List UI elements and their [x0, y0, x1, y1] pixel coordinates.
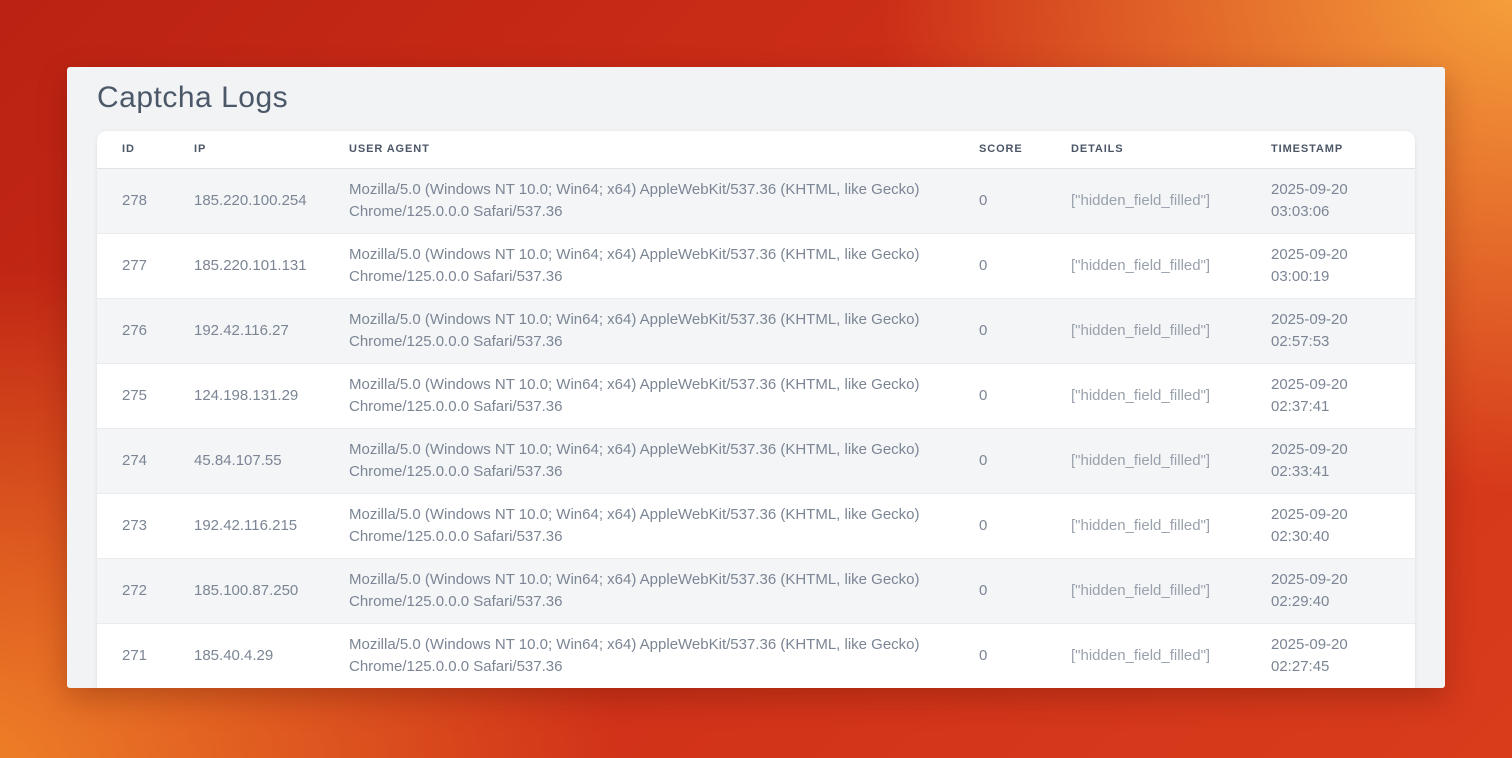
table-row: 272185.100.87.250Mozilla/5.0 (Windows NT… — [97, 558, 1415, 623]
cell-timestamp: 2025-09-20 03:00:19 — [1246, 233, 1415, 298]
captcha-logs-panel: Captcha Logs IDIPUSER AGENTSCOREDETAILST… — [67, 67, 1445, 688]
cell-ip: 45.84.107.55 — [169, 428, 324, 493]
cell-id: 271 — [97, 623, 169, 688]
table-row: 277185.220.101.131Mozilla/5.0 (Windows N… — [97, 233, 1415, 298]
table-row: 27445.84.107.55Mozilla/5.0 (Windows NT 1… — [97, 428, 1415, 493]
cell-user_agent: Mozilla/5.0 (Windows NT 10.0; Win64; x64… — [324, 623, 954, 688]
logs-table-header: IDIPUSER AGENTSCOREDETAILSTIMESTAMP — [97, 131, 1415, 168]
cell-timestamp: 2025-09-20 02:29:40 — [1246, 558, 1415, 623]
cell-id: 275 — [97, 363, 169, 428]
table-row: 273192.42.116.215Mozilla/5.0 (Windows NT… — [97, 493, 1415, 558]
cell-user_agent: Mozilla/5.0 (Windows NT 10.0; Win64; x64… — [324, 363, 954, 428]
cell-id: 277 — [97, 233, 169, 298]
cell-score: 0 — [954, 428, 1046, 493]
cell-details: ["hidden_field_filled"] — [1046, 233, 1246, 298]
cell-id: 272 — [97, 558, 169, 623]
cell-id: 276 — [97, 298, 169, 363]
column-header-details: DETAILS — [1046, 131, 1246, 168]
cell-score: 0 — [954, 363, 1046, 428]
cell-ip: 124.198.131.29 — [169, 363, 324, 428]
cell-timestamp: 2025-09-20 02:30:40 — [1246, 493, 1415, 558]
table-row: 276192.42.116.27Mozilla/5.0 (Windows NT … — [97, 298, 1415, 363]
cell-details: ["hidden_field_filled"] — [1046, 168, 1246, 233]
cell-score: 0 — [954, 558, 1046, 623]
cell-user_agent: Mozilla/5.0 (Windows NT 10.0; Win64; x64… — [324, 558, 954, 623]
cell-user_agent: Mozilla/5.0 (Windows NT 10.0; Win64; x64… — [324, 298, 954, 363]
cell-timestamp: 2025-09-20 02:27:45 — [1246, 623, 1415, 688]
cell-ip: 192.42.116.215 — [169, 493, 324, 558]
cell-id: 274 — [97, 428, 169, 493]
cell-details: ["hidden_field_filled"] — [1046, 558, 1246, 623]
column-header-ip: IP — [169, 131, 324, 168]
column-header-id: ID — [97, 131, 169, 168]
cell-details: ["hidden_field_filled"] — [1046, 493, 1246, 558]
cell-timestamp: 2025-09-20 03:03:06 — [1246, 168, 1415, 233]
cell-user_agent: Mozilla/5.0 (Windows NT 10.0; Win64; x64… — [324, 168, 954, 233]
cell-details: ["hidden_field_filled"] — [1046, 623, 1246, 688]
table-row: 271185.40.4.29Mozilla/5.0 (Windows NT 10… — [97, 623, 1415, 688]
cell-score: 0 — [954, 298, 1046, 363]
cell-details: ["hidden_field_filled"] — [1046, 298, 1246, 363]
cell-ip: 185.40.4.29 — [169, 623, 324, 688]
cell-user_agent: Mozilla/5.0 (Windows NT 10.0; Win64; x64… — [324, 428, 954, 493]
column-header-score: SCORE — [954, 131, 1046, 168]
logs-table-body: 278185.220.100.254Mozilla/5.0 (Windows N… — [97, 168, 1415, 688]
cell-ip: 192.42.116.27 — [169, 298, 324, 363]
table-row: 278185.220.100.254Mozilla/5.0 (Windows N… — [97, 168, 1415, 233]
cell-ip: 185.220.101.131 — [169, 233, 324, 298]
cell-score: 0 — [954, 493, 1046, 558]
cell-user_agent: Mozilla/5.0 (Windows NT 10.0; Win64; x64… — [324, 233, 954, 298]
column-header-timestamp: TIMESTAMP — [1246, 131, 1415, 168]
page-title: Captcha Logs — [67, 67, 1445, 131]
cell-id: 273 — [97, 493, 169, 558]
cell-timestamp: 2025-09-20 02:37:41 — [1246, 363, 1415, 428]
cell-details: ["hidden_field_filled"] — [1046, 363, 1246, 428]
cell-timestamp: 2025-09-20 02:57:53 — [1246, 298, 1415, 363]
table-row: 275124.198.131.29Mozilla/5.0 (Windows NT… — [97, 363, 1415, 428]
header-row: IDIPUSER AGENTSCOREDETAILSTIMESTAMP — [97, 131, 1415, 168]
cell-score: 0 — [954, 168, 1046, 233]
cell-score: 0 — [954, 623, 1046, 688]
cell-timestamp: 2025-09-20 02:33:41 — [1246, 428, 1415, 493]
column-header-user_agent: USER AGENT — [324, 131, 954, 168]
cell-details: ["hidden_field_filled"] — [1046, 428, 1246, 493]
cell-ip: 185.220.100.254 — [169, 168, 324, 233]
logs-table: IDIPUSER AGENTSCOREDETAILSTIMESTAMP 2781… — [97, 131, 1415, 688]
cell-score: 0 — [954, 233, 1046, 298]
cell-ip: 185.100.87.250 — [169, 558, 324, 623]
logs-table-container: IDIPUSER AGENTSCOREDETAILSTIMESTAMP 2781… — [97, 131, 1415, 688]
cell-id: 278 — [97, 168, 169, 233]
cell-user_agent: Mozilla/5.0 (Windows NT 10.0; Win64; x64… — [324, 493, 954, 558]
